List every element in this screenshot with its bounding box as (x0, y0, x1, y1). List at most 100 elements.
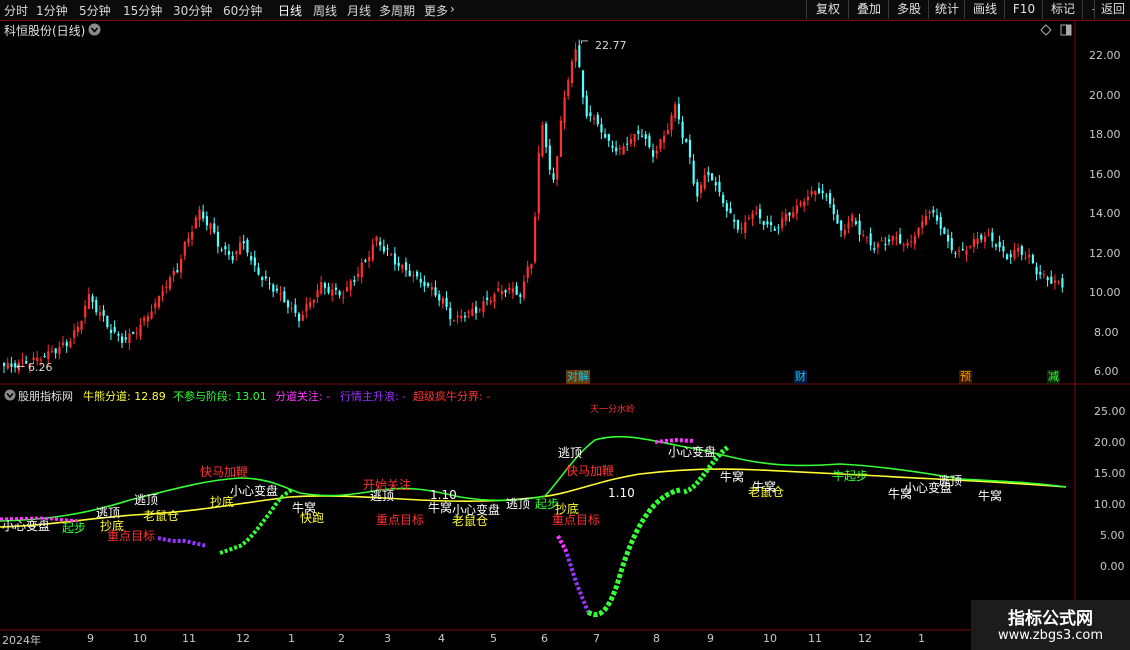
candle-body (581, 70, 585, 98)
candle-body (585, 95, 588, 117)
candle-body (729, 208, 732, 214)
candle-body (770, 222, 773, 226)
candle-body (998, 241, 1001, 248)
signal-label: 重点目标 (376, 513, 425, 527)
candle-body (445, 297, 448, 307)
candle-body (143, 317, 146, 322)
high-price-label: 22.77 (595, 39, 627, 52)
candle-body (58, 347, 61, 354)
candle-body (132, 332, 135, 334)
candle-body (755, 212, 758, 214)
candle-body (987, 235, 990, 237)
candle-body (246, 239, 249, 253)
candle-body (895, 237, 898, 240)
candle-body (301, 314, 304, 321)
candle-body (589, 112, 592, 117)
indicator-param-focus: 分道关注: - (275, 390, 331, 403)
candle-body (478, 309, 481, 311)
candle-body (452, 320, 456, 322)
candle-body (10, 363, 13, 367)
signal-label: 快跑 (300, 511, 325, 525)
candle-body (574, 49, 577, 62)
event-marker-unlock[interactable]: 对解 (566, 370, 590, 384)
candle-body (220, 249, 223, 251)
low-price-label: 6.26 (28, 361, 53, 374)
candle-body (416, 271, 419, 277)
candle-body (176, 269, 179, 273)
candle-body (884, 243, 887, 245)
candle-body (994, 244, 998, 247)
candle-body (696, 182, 699, 197)
event-marker-forecast[interactable]: 预 (959, 370, 972, 384)
x-label: 8 (653, 632, 660, 645)
candle-body (611, 145, 614, 148)
candle-body (482, 301, 485, 313)
candle-body (489, 300, 492, 303)
candle-body (899, 234, 902, 244)
y-tick: 14.00 (1089, 207, 1121, 220)
candle-body (165, 286, 168, 289)
candle-body (781, 218, 784, 228)
candle-body (814, 191, 817, 195)
candle-body (854, 221, 858, 224)
candle-body (548, 145, 551, 170)
candle-body (87, 294, 91, 309)
candle-body (73, 330, 76, 338)
ind-y-tick: 15.00 (1094, 467, 1126, 480)
signal-label: 牛窝 (752, 480, 777, 494)
candle-body (6, 363, 9, 369)
candle-body (526, 266, 529, 278)
candle-body (644, 134, 647, 139)
x-label: 7 (593, 632, 600, 645)
y-tick: 6.00 (1094, 365, 1119, 378)
candle-body (298, 313, 301, 322)
candle-body (604, 134, 607, 138)
candle-body (522, 281, 526, 298)
candle-body (264, 276, 268, 279)
candle-body (76, 326, 79, 333)
candle-body (286, 300, 290, 308)
candle-body (659, 139, 662, 149)
signal-label: 小心变盘 (2, 519, 51, 533)
candle-body (810, 191, 813, 195)
candle-body (537, 152, 540, 214)
candle-body (486, 297, 489, 300)
candle-body (50, 350, 54, 352)
candle-body (832, 204, 835, 215)
chevron-down-circle-icon[interactable] (4, 389, 16, 401)
signal-label: 逃顶 (506, 497, 531, 511)
candle-body (991, 232, 994, 242)
y-tick: 12.00 (1089, 247, 1121, 260)
candle-body (3, 362, 6, 367)
candle-body (268, 283, 271, 285)
candle-body (836, 214, 839, 224)
candle-body (637, 130, 640, 135)
candle-body (338, 291, 341, 296)
event-marker-reduce[interactable]: 减 (1047, 370, 1060, 384)
candle-body (253, 257, 256, 266)
ind-y-tick: 20.00 (1094, 436, 1126, 449)
candle-body (261, 277, 264, 281)
candle-body (161, 290, 164, 297)
candle-body (154, 303, 157, 308)
candle-body (272, 284, 275, 292)
candle-body (98, 312, 102, 316)
watermark-box: 指标公式网 www.zbgs3.com (971, 600, 1130, 650)
candle-body (180, 259, 183, 273)
high-marker-icon: ⌐ (580, 35, 590, 48)
candle-body (434, 287, 437, 296)
candle-body (567, 80, 570, 96)
candle-body (633, 134, 636, 142)
event-marker-finance[interactable]: 财 (794, 370, 807, 384)
x-label: 4 (438, 632, 445, 645)
candle-body (198, 209, 201, 221)
candle-body (784, 213, 787, 222)
candlestick-chart[interactable] (0, 0, 1130, 650)
candle-body (371, 244, 374, 260)
candle-body (570, 61, 574, 84)
candle-body (758, 209, 762, 219)
signal-label: 牛窝 (978, 489, 1003, 503)
candle-body (117, 333, 120, 336)
candle-body (1013, 249, 1016, 259)
candle-body (168, 277, 172, 289)
